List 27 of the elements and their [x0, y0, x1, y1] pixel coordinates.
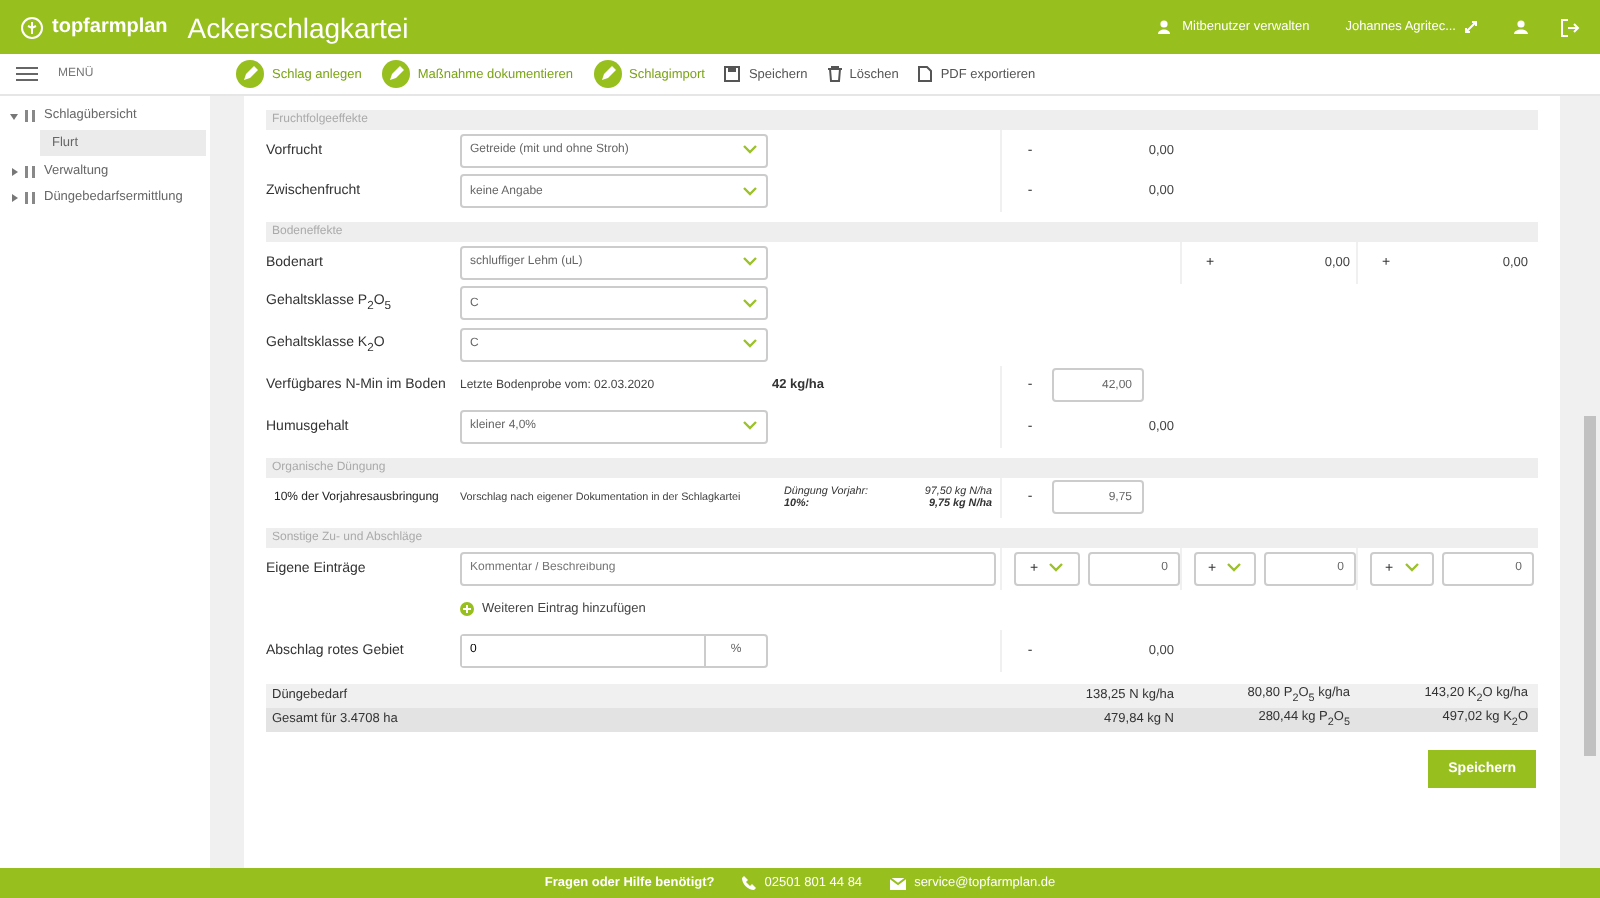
- chevron-down-icon: [1403, 562, 1420, 575]
- document-icon: [918, 66, 933, 82]
- expand-arrow-icon[interactable]: [10, 193, 18, 201]
- chevron-down-icon: [742, 420, 758, 433]
- chevron-down-icon: [742, 297, 758, 310]
- trash-icon: [827, 66, 842, 82]
- expand-arrow-icon[interactable]: [10, 111, 18, 119]
- chevron-down-icon: [742, 338, 758, 351]
- logo-icon: [20, 15, 44, 39]
- pencil-icon: [593, 60, 622, 88]
- chevron-down-icon: [742, 256, 758, 269]
- phone-icon: [742, 876, 757, 890]
- mail-icon: [890, 877, 907, 889]
- pencil-icon: [236, 60, 264, 88]
- chevron-down-icon: [742, 185, 758, 198]
- scrollbar-thumb[interactable]: [1584, 416, 1596, 756]
- users-icon: [1158, 20, 1175, 34]
- menu-icon[interactable]: [16, 66, 38, 82]
- brand-name: topfarmplan: [52, 16, 168, 38]
- save-icon: [724, 66, 741, 82]
- chevron-down-icon: [742, 144, 758, 157]
- expand-arrow-icon[interactable]: [10, 167, 18, 175]
- app-title: Ackerschlagkartei: [187, 11, 411, 43]
- pencil-icon: [381, 60, 410, 88]
- chevron-down-icon: [1048, 562, 1065, 575]
- chevron-down-icon: [1226, 562, 1243, 575]
- plus-icon: [460, 602, 474, 617]
